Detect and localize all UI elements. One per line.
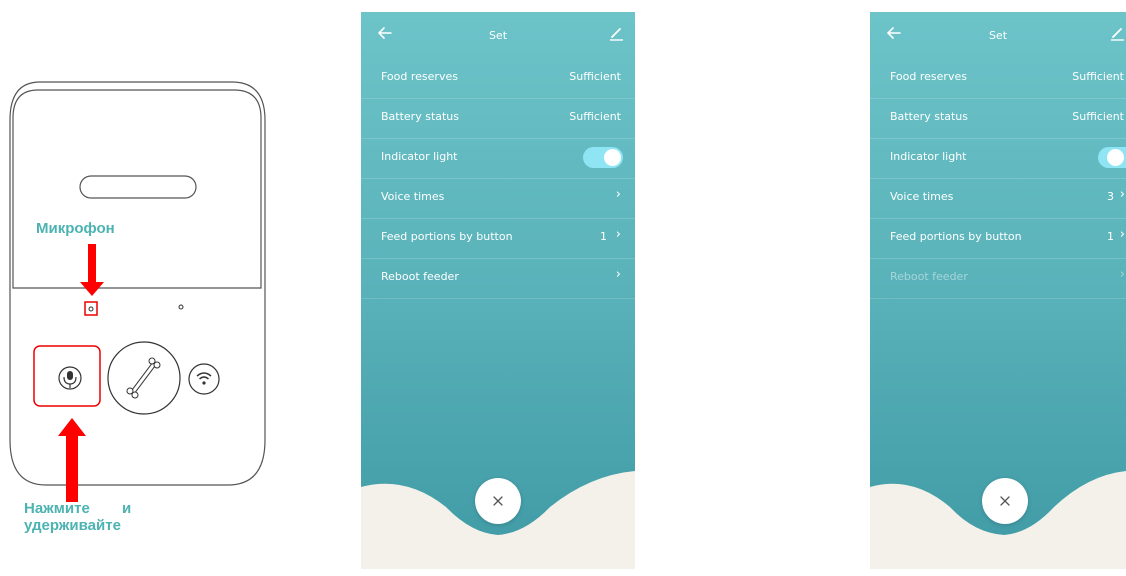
row-label: Feed portions by button [890,230,1022,243]
toggle-knob [604,149,621,166]
row-value: 1 [1107,230,1114,243]
chevron-right-icon: › [615,267,621,282]
mic-button[interactable] [58,366,82,390]
top-bar: Set [361,12,635,56]
row-value: 1 [600,230,607,243]
row-voice-times[interactable]: Voice times 3 › [870,179,1126,219]
row-value: Sufficient [569,110,621,123]
row-value: Sufficient [1072,110,1124,123]
food-slot [79,175,197,199]
row-label: Food reserves [890,70,967,83]
close-x-icon [493,496,503,506]
row-battery-status: Battery status Sufficient [870,99,1126,139]
settings-screen-2: Set Food reserves Sufficient Battery sta… [870,12,1126,569]
pencil-icon[interactable] [607,26,625,42]
close-x-icon [1000,496,1010,506]
top-bar: Set [870,12,1126,56]
settings-list: Food reserves Sufficient Battery status … [870,59,1126,299]
settings-list: Food reserves Sufficient Battery status … [361,59,635,299]
row-label: Battery status [381,110,460,123]
feed-button[interactable] [107,341,181,415]
row-food-reserves: Food reserves Sufficient [870,59,1126,99]
row-value: Sufficient [569,70,621,83]
press-and-hold-label: Нажмите и удерживайте [24,500,154,534]
press-label-line2: удерживайте [24,517,121,534]
row-label: Battery status [890,110,969,123]
page-title: Set [988,29,1008,42]
wifi-button[interactable] [188,363,220,395]
chevron-right-icon: › [1119,227,1125,242]
press-label-line1: Нажмите и [24,500,132,517]
chevron-right-icon: › [615,227,621,242]
settings-screen-1: Set Food reserves Sufficient Battery sta… [361,12,635,569]
row-label: Reboot feeder [381,270,459,283]
pencil-icon[interactable] [1108,26,1126,42]
row-label: Voice times [890,190,954,203]
page-title: Set [488,29,508,42]
row-battery-status: Battery status Sufficient [361,99,635,139]
indicator-light-toggle[interactable] [1098,147,1126,168]
feeder-device-drawing [9,81,266,502]
row-voice-times[interactable]: Voice times › [361,179,635,219]
microphone-label: Микрофон [36,220,115,237]
chevron-right-icon: › [1119,267,1125,282]
chevron-right-icon: › [615,187,621,202]
row-label: Voice times [381,190,445,203]
row-reboot-feeder: Reboot feeder › [870,259,1126,299]
chevron-right-icon: › [1119,187,1125,202]
row-feed-portions[interactable]: Feed portions by button 1 › [361,219,635,259]
row-label: Indicator light [890,150,967,163]
row-food-reserves: Food reserves Sufficient [361,59,635,99]
row-label: Food reserves [381,70,458,83]
row-label: Feed portions by button [381,230,513,243]
row-label: Reboot feeder [890,270,968,283]
row-label: Indicator light [381,150,458,163]
row-value: Sufficient [1072,70,1124,83]
row-reboot-feeder[interactable]: Reboot feeder › [361,259,635,299]
row-indicator-light: Indicator light [870,139,1126,179]
close-button[interactable] [982,478,1028,524]
toggle-knob [1107,149,1124,166]
close-button[interactable] [475,478,521,524]
row-indicator-light: Indicator light [361,139,635,179]
row-feed-portions[interactable]: Feed portions by button 1 › [870,219,1126,259]
row-value: 3 [1107,190,1114,203]
feeder-device-illustration: Микрофон Нажмите и удерживайте [0,0,300,571]
indicator-light-toggle[interactable] [583,147,623,168]
